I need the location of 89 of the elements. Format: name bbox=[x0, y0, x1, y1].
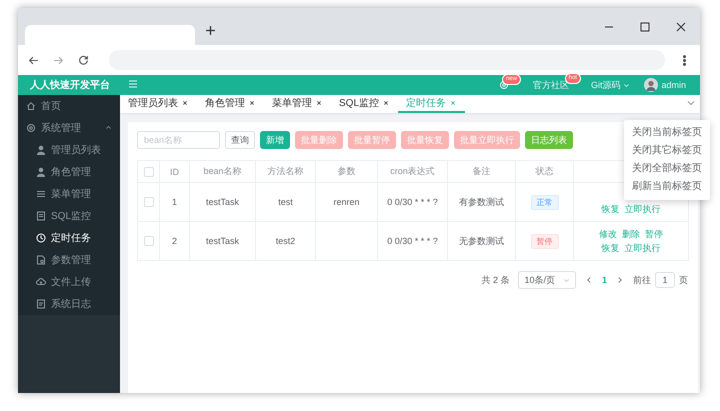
table-cell: testTask bbox=[206, 236, 239, 246]
column-header: 方法名称 bbox=[268, 166, 304, 176]
sidebar-item[interactable]: SQL监控 bbox=[18, 205, 120, 227]
action-link[interactable]: 删除 bbox=[622, 227, 640, 241]
sidebar-item[interactable]: 系统管理 bbox=[18, 117, 120, 139]
total-count: 共 2 条 bbox=[481, 274, 510, 286]
menu-item[interactable]: 关闭当前标签页 bbox=[624, 124, 710, 142]
avatar-icon[interactable] bbox=[644, 78, 658, 92]
close-icon bbox=[382, 99, 390, 107]
action-link[interactable]: 恢复 bbox=[602, 202, 620, 216]
status-tag: 暂停 bbox=[530, 234, 558, 248]
user-icon bbox=[36, 145, 46, 155]
table-cell: 无参数测试 bbox=[459, 236, 504, 246]
status-tag: 正常 bbox=[530, 194, 558, 210]
document-icon bbox=[36, 255, 46, 265]
sidebar-item[interactable]: 系统日志 bbox=[18, 293, 120, 315]
table-cell: 2 bbox=[172, 236, 177, 246]
document-icon bbox=[36, 299, 46, 309]
forward-icon bbox=[53, 54, 64, 66]
action-link[interactable]: 立即执行 bbox=[624, 202, 660, 216]
table-cell: test2 bbox=[276, 236, 296, 246]
back-icon bbox=[28, 54, 39, 66]
sidebar-item[interactable]: 角色管理 bbox=[18, 161, 120, 183]
menu-item[interactable]: 关闭全部标签页 bbox=[624, 160, 710, 178]
search-field[interactable]: bean名称 bbox=[137, 131, 220, 149]
page-field[interactable]: 1 bbox=[655, 272, 675, 288]
page-tab[interactable]: SQL监控 bbox=[331, 95, 398, 113]
sidebar-item[interactable]: 参数管理 bbox=[18, 249, 120, 271]
sidebar-item[interactable]: 管理员列表 bbox=[18, 139, 120, 161]
table-cell: 0 0/30 * * * ? bbox=[387, 197, 438, 207]
page-tab[interactable]: 角色管理 bbox=[197, 95, 264, 113]
reload-icon bbox=[78, 54, 89, 66]
browser-tab[interactable] bbox=[25, 25, 195, 45]
column-header: 备注 bbox=[472, 166, 490, 176]
close-icon bbox=[315, 99, 323, 107]
close-icon bbox=[248, 99, 256, 107]
page-tab[interactable]: 管理员列表 bbox=[120, 95, 197, 113]
page-tab[interactable]: 定时任务 bbox=[398, 95, 466, 113]
toolbar-button[interactable]: 查询 bbox=[225, 131, 255, 149]
column-header: cron表达式 bbox=[390, 166, 435, 176]
gear-icon bbox=[498, 80, 509, 90]
chevron-right-icon bbox=[616, 276, 624, 284]
table-cell: test bbox=[278, 197, 293, 207]
close-icon bbox=[449, 99, 458, 107]
action-link[interactable]: 立即执行 bbox=[624, 241, 660, 255]
sidebar-item[interactable]: 文件上传 bbox=[18, 271, 120, 293]
cloud-icon bbox=[36, 277, 46, 287]
column-header: 参数 bbox=[338, 166, 356, 176]
checkbox[interactable] bbox=[144, 197, 154, 208]
column-header: 状态 bbox=[536, 166, 554, 176]
toolbar-button[interactable]: 新增 bbox=[260, 131, 290, 149]
list-icon bbox=[36, 189, 46, 199]
menu-item[interactable]: 关闭其它标签页 bbox=[624, 142, 710, 160]
close-icon bbox=[181, 99, 189, 107]
table-cell: 有参数测试 bbox=[459, 196, 504, 206]
page-size-select[interactable]: 10条/页 bbox=[518, 271, 576, 289]
chevron-down-icon bbox=[562, 276, 570, 284]
menu-icon bbox=[128, 78, 138, 88]
house-icon bbox=[26, 101, 36, 111]
table-cell: renren bbox=[333, 197, 360, 207]
action-link[interactable]: 暂停 bbox=[645, 227, 663, 241]
gear-icon bbox=[26, 123, 36, 133]
goto-label: 前往 bbox=[633, 274, 651, 286]
maximize-icon bbox=[640, 22, 650, 32]
chevron-up-icon bbox=[105, 124, 112, 130]
chevron-down-icon bbox=[623, 82, 630, 88]
checkbox[interactable] bbox=[144, 236, 154, 246]
action-link[interactable]: 恢复 bbox=[602, 241, 620, 255]
plus-icon bbox=[205, 24, 216, 36]
document-icon bbox=[36, 211, 46, 221]
page-tab[interactable]: 菜单管理 bbox=[264, 95, 331, 113]
clock-icon bbox=[36, 233, 46, 243]
chevron-left-icon bbox=[584, 276, 593, 284]
app-title: 人人快速开发平台 bbox=[30, 80, 110, 91]
table-cell: 1 bbox=[172, 197, 177, 207]
sidebar-item[interactable]: 首页 bbox=[18, 95, 120, 117]
action-link[interactable]: 修改 bbox=[599, 227, 617, 241]
menu-item[interactable]: 刷新当前标签页 bbox=[624, 178, 710, 196]
sidebar-item[interactable]: 菜单管理 bbox=[18, 183, 120, 205]
column-header: bean名称 bbox=[203, 166, 242, 176]
page-unit: 页 bbox=[679, 274, 688, 286]
table-cell: testTask bbox=[206, 197, 239, 207]
user-icon bbox=[36, 167, 46, 177]
column-header: ID bbox=[170, 166, 179, 176]
close-icon bbox=[676, 22, 686, 32]
page-number[interactable]: 1 bbox=[602, 275, 607, 285]
table-cell: 0 0/30 * * * ? bbox=[387, 236, 438, 246]
sidebar-item[interactable]: 定时任务 bbox=[18, 227, 120, 249]
checkbox[interactable] bbox=[144, 166, 154, 177]
